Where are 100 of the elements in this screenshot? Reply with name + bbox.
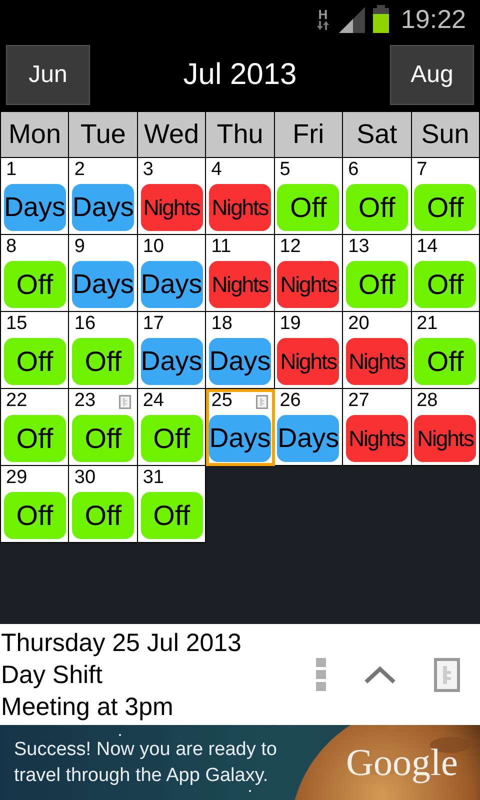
shift-tag: Days — [72, 261, 134, 308]
day-cell[interactable]: 20 Nights — [343, 312, 412, 389]
shift-tag: Nights — [346, 338, 408, 385]
day-cell[interactable]: 21 Off — [412, 312, 480, 389]
day-number: 27 — [347, 389, 370, 411]
shift-tag: Nights — [277, 261, 340, 308]
day-number: 29 — [5, 466, 28, 488]
day-number: 30 — [73, 466, 96, 488]
previous-month-button[interactable]: Jun — [6, 44, 90, 104]
day-number: 2 — [73, 158, 85, 180]
brand-logo-text: Google — [346, 741, 458, 785]
day-number: 17 — [142, 312, 164, 334]
data-arrows-icon — [316, 21, 329, 30]
day-number: 22 — [5, 389, 28, 411]
day-cell[interactable]: 12 Nights — [274, 235, 344, 312]
day-number: 23 — [73, 389, 96, 411]
shift-tag: Off — [72, 338, 134, 385]
day-cell[interactable]: 28 Nights — [412, 389, 480, 466]
chevron-up-icon[interactable] — [364, 666, 396, 684]
next-month-button[interactable]: Aug — [390, 44, 474, 104]
ad-text: Success! Now you are ready to travel through the App Galaxy. — [14, 738, 278, 788]
weekday-header: Thu — [216, 118, 264, 152]
day-cell[interactable]: 9 Days — [69, 235, 138, 312]
day-cell[interactable]: 31 Off — [138, 466, 206, 543]
day-number: 14 — [416, 235, 438, 257]
day-number: 24 — [142, 389, 164, 411]
day-cell[interactable]: 19 Nights — [274, 312, 344, 389]
note-text: Meeting at 3pm — [1, 692, 174, 722]
day-number: 31 — [142, 466, 164, 488]
day-number: 10 — [142, 235, 164, 257]
signal-icon — [336, 5, 365, 33]
shift-tag: Days — [72, 184, 134, 231]
day-number: 11 — [210, 235, 232, 257]
shift-tag: Off — [140, 415, 203, 462]
day-cell[interactable]: 11 Nights — [206, 235, 275, 312]
shift-tag: Nights — [346, 415, 408, 462]
weekday-header: Fri — [292, 118, 324, 152]
day-cell[interactable]: 10 Days — [138, 235, 206, 312]
note-icon[interactable] — [434, 658, 460, 692]
day-cell[interactable]: 6 Off — [343, 158, 412, 235]
day-cell[interactable]: 16 Off — [69, 312, 138, 389]
shift-tag: Off — [4, 261, 66, 308]
day-cell[interactable]: 26 Days — [274, 389, 344, 466]
day-number: 4 — [210, 158, 222, 180]
shift-tag: Off — [414, 338, 476, 385]
shift-tag: Nights — [208, 261, 271, 308]
weekday-header: Sat — [356, 118, 398, 152]
day-number: 21 — [416, 312, 438, 334]
day-cell[interactable]: 1 Days — [1, 158, 70, 235]
day-cell[interactable]: 3 Nights — [138, 158, 206, 235]
shift-tag: Off — [414, 184, 476, 231]
day-cell[interactable]: 7 Off — [412, 158, 480, 235]
day-cell[interactable]: 25 Days — [206, 389, 275, 466]
shift-tag: Days — [208, 415, 271, 462]
weekday-header: Mon — [8, 118, 61, 152]
day-number: 13 — [347, 235, 370, 257]
shift-tag: Days — [4, 184, 66, 231]
day-cell[interactable]: 13 Off — [343, 235, 412, 312]
day-number: 9 — [73, 235, 85, 257]
day-number: 26 — [278, 389, 301, 411]
day-number: 20 — [347, 312, 370, 334]
day-cell[interactable]: 23 Off — [69, 389, 138, 466]
day-cell[interactable]: 17 Days — [138, 312, 206, 389]
shift-tag: Nights — [208, 184, 271, 231]
day-number: 5 — [278, 158, 290, 180]
day-number: 7 — [416, 158, 428, 180]
shift-tag: Nights — [140, 184, 203, 231]
day-cell[interactable]: 2 Days — [69, 158, 138, 235]
shift-name-text: Day Shift — [1, 660, 104, 690]
day-cell[interactable]: 30 Off — [69, 466, 138, 543]
shift-tag: Off — [140, 492, 203, 539]
day-number: 12 — [278, 235, 301, 257]
weekday-header: Tue — [80, 118, 126, 152]
day-cell[interactable]: 24 Off — [138, 389, 206, 466]
day-number: 8 — [5, 235, 17, 257]
day-cell[interactable]: 5 Off — [274, 158, 344, 235]
clock-time: 19:22 — [400, 2, 466, 36]
day-cell[interactable]: 29 Off — [1, 466, 70, 543]
day-number: 16 — [73, 312, 96, 334]
day-cell[interactable]: 15 Off — [1, 312, 70, 389]
day-number: 15 — [5, 312, 28, 334]
overflow-menu-icon[interactable] — [316, 658, 326, 692]
day-cell[interactable]: 4 Nights — [206, 158, 275, 235]
weekday-header: Wed — [144, 118, 200, 152]
day-cell[interactable]: 27 Nights — [343, 389, 412, 466]
day-number: 6 — [347, 158, 359, 180]
shift-tag: Off — [72, 415, 134, 462]
shift-tag: Days — [140, 261, 203, 308]
shift-tag: Off — [4, 415, 66, 462]
weekday-header: Sun — [421, 118, 470, 152]
day-cell[interactable]: 14 Off — [412, 235, 480, 312]
shift-tag: Off — [72, 492, 134, 539]
shift-tag: Off — [4, 492, 66, 539]
shift-tag: Nights — [414, 415, 476, 462]
selected-date-text: Thursday 25 Jul 2013 — [1, 628, 242, 658]
day-cell[interactable]: 8 Off — [1, 235, 70, 312]
day-cell[interactable]: 22 Off — [1, 389, 70, 466]
day-number: 1 — [5, 158, 17, 180]
shift-tag: Off — [277, 184, 340, 231]
day-cell[interactable]: 18 Days — [206, 312, 275, 389]
